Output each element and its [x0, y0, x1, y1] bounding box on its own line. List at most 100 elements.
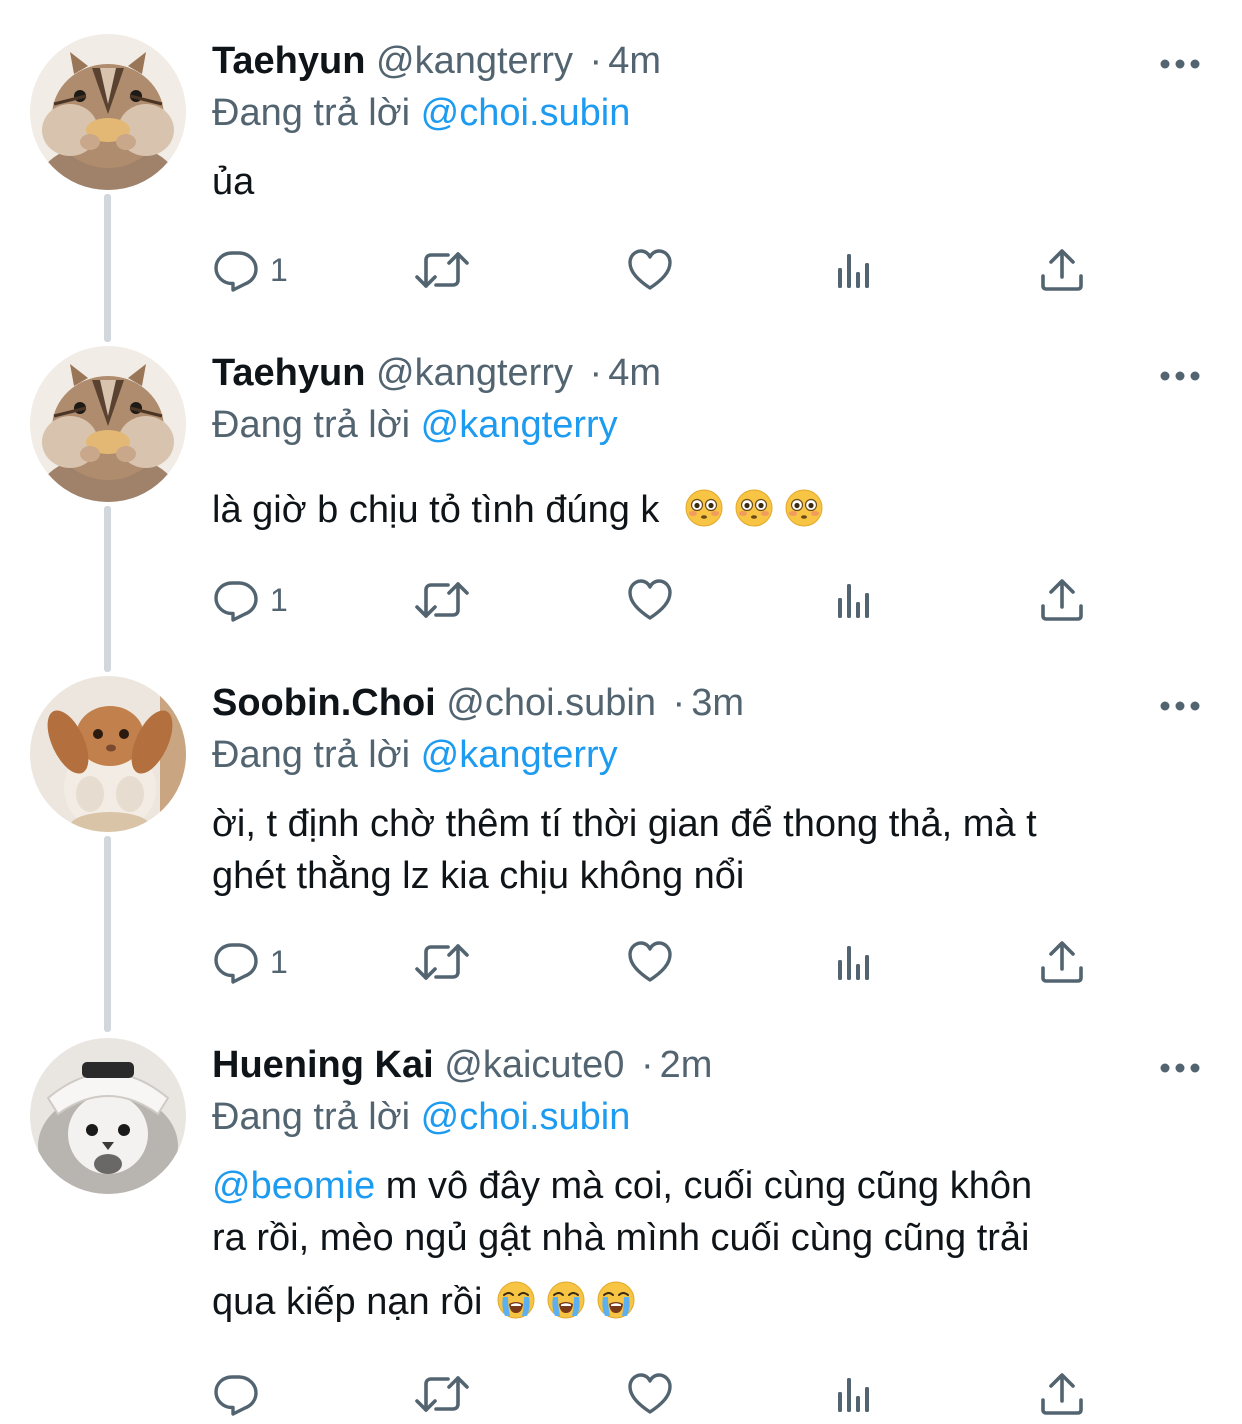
- analytics-icon: [832, 938, 880, 986]
- display-name[interactable]: Taehyun: [212, 352, 365, 394]
- share-button[interactable]: [1038, 240, 1086, 300]
- replying-to-label: Đang trả lời: [212, 92, 411, 134]
- like-button[interactable]: [626, 240, 674, 300]
- retweet-button[interactable]: [414, 1364, 470, 1424]
- tweet-text-content: là giờ b chịu tỏ tình đúng k: [212, 489, 660, 531]
- separator-dot: ·: [640, 1044, 654, 1086]
- loudly-crying-face-icon: [496, 1280, 536, 1320]
- action-bar: 1: [212, 570, 1112, 630]
- action-bar: 1: [212, 240, 1112, 300]
- display-name[interactable]: Soobin.Choi: [212, 682, 436, 724]
- tweet-header: Taehyun @kangterry · 4m: [212, 38, 661, 84]
- thread-connector-line: [104, 506, 111, 672]
- timestamp[interactable]: 4m: [608, 352, 661, 394]
- tweet-text: là giờ b chịu tỏ tình đúng k: [212, 484, 1202, 536]
- reply-button[interactable]: [212, 1364, 270, 1424]
- user-handle[interactable]: @kangterry: [376, 40, 573, 82]
- avatar[interactable]: [30, 34, 186, 190]
- avatar[interactable]: [30, 676, 186, 832]
- flushed-face-icon: [684, 488, 724, 528]
- analytics-button[interactable]: [832, 1364, 880, 1424]
- replying-to-mention[interactable]: @choi.subin: [421, 92, 631, 134]
- more-options-button[interactable]: [1158, 54, 1202, 74]
- reply-thread: Taehyun @kangterry · 4m Đang trả lời @cho…: [0, 0, 1242, 1423]
- display-name[interactable]: Taehyun: [212, 40, 365, 82]
- analytics-button[interactable]: [832, 570, 880, 630]
- tweet-header: Taehyun @kangterry · 4m: [212, 350, 661, 396]
- bunny-avatar-icon: [30, 676, 186, 832]
- user-handle[interactable]: @choi.subin: [446, 682, 656, 724]
- analytics-icon: [832, 246, 880, 294]
- replying-to-label: Đang trả lời: [212, 1096, 411, 1138]
- tweet-text-line: qua kiếp nạn rồi: [212, 1276, 1202, 1328]
- replying-to: Đang trả lời @choi.subin: [212, 90, 630, 136]
- replying-to-mention[interactable]: @choi.subin: [421, 1096, 631, 1138]
- timestamp[interactable]: 2m: [660, 1044, 713, 1086]
- separator-dot: ·: [672, 682, 686, 724]
- avatar[interactable]: [30, 1038, 186, 1194]
- thread-connector-line: [104, 836, 111, 1032]
- retweet-button[interactable]: [414, 240, 470, 300]
- more-options-button[interactable]: [1158, 1058, 1202, 1078]
- tweet-header: Huening Kai @kaicute0 · 2m: [212, 1042, 712, 1088]
- reply-button[interactable]: 1: [212, 570, 288, 630]
- reply-count: 1: [270, 252, 288, 288]
- replying-to: Đang trả lời @choi.subin: [212, 1094, 630, 1140]
- tweet-text-line: @beomie m vô đây mà coi, cuối cùng cũng …: [212, 1160, 1202, 1212]
- more-icon: [1158, 1058, 1202, 1078]
- chipmunk-avatar-icon: [30, 346, 186, 502]
- tweet-text-line: ời, t định chờ thêm tí thời gian để thon…: [212, 803, 1037, 845]
- more-options-button[interactable]: [1158, 696, 1202, 716]
- user-handle[interactable]: @kangterry: [376, 352, 573, 394]
- reply-icon: [212, 246, 260, 294]
- replying-to: Đang trả lời @kangterry: [212, 732, 618, 778]
- retweet-icon: [414, 576, 470, 624]
- share-icon: [1038, 1370, 1086, 1418]
- replying-to-mention[interactable]: @kangterry: [421, 404, 618, 446]
- replying-to-mention[interactable]: @kangterry: [421, 734, 618, 776]
- tweet-text-line: ra rồi, mèo ngủ gật nhà mình cuối cùng c…: [212, 1217, 1030, 1259]
- reply-count: 1: [270, 944, 288, 980]
- share-button[interactable]: [1038, 570, 1086, 630]
- display-name[interactable]: Huening Kai: [212, 1044, 434, 1086]
- share-icon: [1038, 246, 1086, 294]
- chipmunk-avatar-icon: [30, 34, 186, 190]
- share-button[interactable]: [1038, 932, 1086, 992]
- avatar[interactable]: [30, 346, 186, 502]
- like-button[interactable]: [626, 1364, 674, 1424]
- inline-mention[interactable]: @beomie: [212, 1165, 375, 1207]
- loudly-crying-face-icon: [546, 1280, 586, 1320]
- separator-dot: ·: [589, 40, 603, 82]
- replying-to-label: Đang trả lời: [212, 404, 411, 446]
- user-handle[interactable]: @kaicute0: [444, 1044, 624, 1086]
- reply-icon: [212, 938, 260, 986]
- flushed-face-icon: [784, 488, 824, 528]
- timestamp[interactable]: 3m: [691, 682, 744, 724]
- heart-icon: [626, 246, 674, 294]
- like-button[interactable]: [626, 932, 674, 992]
- reply-button[interactable]: 1: [212, 932, 288, 992]
- tweet-header: Soobin.Choi @choi.subin · 3m: [212, 680, 744, 726]
- share-icon: [1038, 576, 1086, 624]
- share-button[interactable]: [1038, 1364, 1086, 1424]
- reply-icon: [212, 576, 260, 624]
- retweet-button[interactable]: [414, 570, 470, 630]
- share-icon: [1038, 938, 1086, 986]
- retweet-icon: [414, 938, 470, 986]
- reply-count: 1: [270, 582, 288, 618]
- tweet-text-segment: qua kiếp nạn rồi: [212, 1281, 483, 1323]
- reply-icon: [212, 1370, 260, 1418]
- timestamp[interactable]: 4m: [608, 40, 661, 82]
- retweet-button[interactable]: [414, 932, 470, 992]
- replying-to-label: Đang trả lời: [212, 734, 411, 776]
- reply-button[interactable]: 1: [212, 240, 288, 300]
- retweet-icon: [414, 246, 470, 294]
- tweet-text-segment: m vô đây mà coi, cuối cùng cũng khôn: [375, 1165, 1033, 1207]
- tweet-text: @beomie m vô đây mà coi, cuối cùng cũng …: [212, 1160, 1202, 1328]
- analytics-button[interactable]: [832, 932, 880, 992]
- like-button[interactable]: [626, 570, 674, 630]
- tweet-text: ời, t định chờ thêm tí thời gian để thon…: [212, 798, 1202, 902]
- loudly-crying-face-icon: [596, 1280, 636, 1320]
- more-options-button[interactable]: [1158, 366, 1202, 386]
- analytics-button[interactable]: [832, 240, 880, 300]
